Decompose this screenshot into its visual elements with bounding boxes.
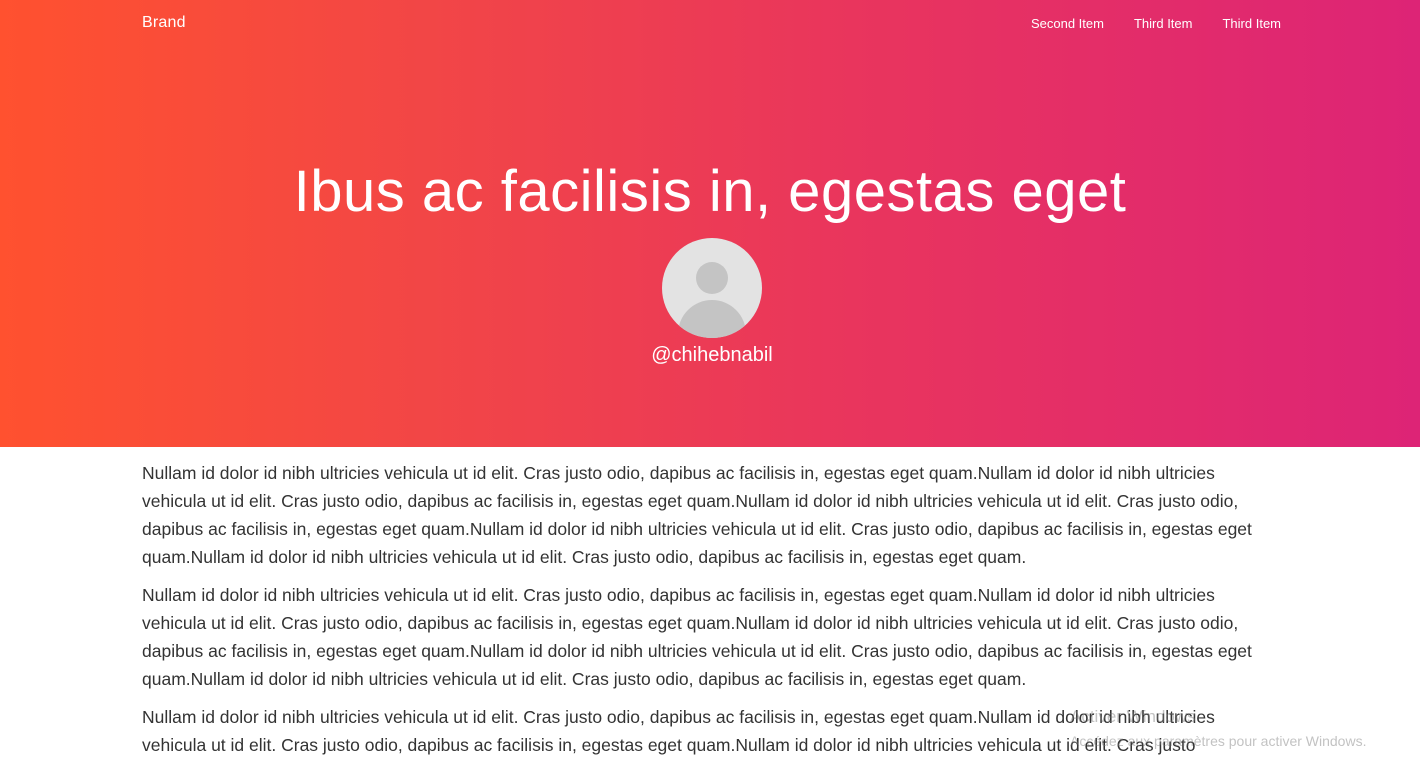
avatar — [662, 238, 762, 338]
content-section: Nullam id dolor id nibh ultricies vehicu… — [142, 459, 1278, 769]
hero-title: Ibus ac facilisis in, egestas eget — [293, 159, 1127, 224]
username-label: @chihebnabil — [651, 344, 773, 366]
body-paragraph-1: Nullam id dolor id nibh ultricies vehicu… — [142, 463, 1252, 567]
navbar: Brand Second Item Third Item Third Item — [142, 0, 1281, 46]
nav-item-second[interactable]: Second Item — [1031, 16, 1104, 31]
brand-link[interactable]: Brand — [142, 14, 186, 32]
body-paragraph-2: Nullam id dolor id nibh ultricies vehicu… — [142, 585, 1252, 689]
body-paragraph-3: Nullam id dolor id nibh ultricies vehicu… — [142, 707, 1215, 755]
nav-item-third[interactable]: Third Item — [1134, 16, 1193, 31]
user-avatar-head-icon — [696, 262, 728, 294]
user-avatar-body-icon — [678, 300, 746, 338]
hero-section: Brand Second Item Third Item Third Item … — [0, 0, 1420, 447]
nav-item-third-2[interactable]: Third Item — [1222, 16, 1281, 31]
nav-menu: Second Item Third Item Third Item — [1031, 16, 1281, 31]
